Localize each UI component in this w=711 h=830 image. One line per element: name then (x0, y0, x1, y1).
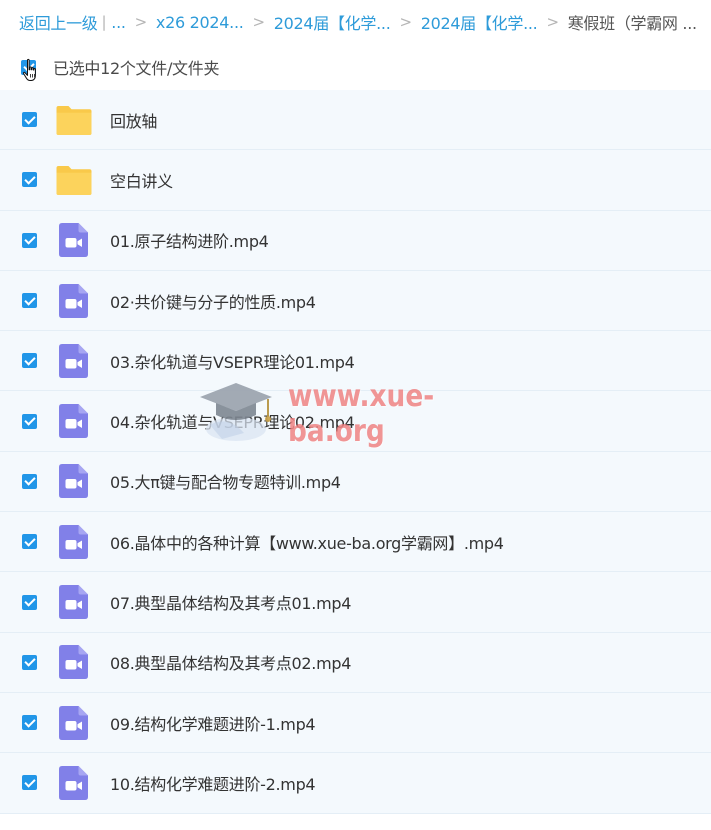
breadcrumb-separator: > (546, 13, 559, 31)
file-checkbox[interactable] (22, 715, 37, 731)
file-name[interactable]: 01.原子结构进阶.mp4 (110, 228, 269, 252)
file-name[interactable]: 空白讲义 (110, 168, 173, 192)
file-checkbox[interactable] (22, 775, 37, 791)
file-checkbox[interactable] (22, 293, 37, 309)
folder-icon (56, 105, 92, 135)
video-file-icon (59, 283, 88, 318)
file-row[interactable]: 02·共价键与分子的性质.mp4 (0, 270, 711, 332)
file-name[interactable]: 回放轴 (110, 108, 157, 132)
breadcrumb-item-2[interactable]: 2024届【化学... (274, 10, 391, 34)
file-row[interactable]: 回放轴 (0, 90, 711, 151)
breadcrumb-current: 寒假班（学霸网 ... (567, 14, 697, 33)
video-file-icon (59, 645, 88, 680)
video-file-icon (59, 223, 88, 258)
file-row[interactable]: 06.晶体中的各种计算【www.xue-ba.org学霸网】.mp4 (0, 512, 711, 573)
video-file-icon (59, 404, 88, 439)
file-name[interactable]: 09.结构化学难题进阶-1.mp4 (110, 711, 316, 735)
file-row[interactable]: 04.杂化轨道与VSEPR理论02.mp4 (0, 391, 711, 452)
file-row[interactable]: 09.结构化学难题进阶-1.mp4 (0, 692, 711, 754)
file-name[interactable]: 07.典型晶体结构及其考点01.mp4 (110, 590, 351, 614)
video-file-icon (59, 705, 88, 740)
file-name[interactable]: 06.晶体中的各种计算【www.xue-ba.org学霸网】.mp4 (110, 530, 504, 554)
file-name[interactable]: 03.杂化轨道与VSEPR理论01.mp4 (110, 349, 355, 373)
file-row[interactable]: 03.杂化轨道与VSEPR理论01.mp4 (0, 331, 711, 392)
file-checkbox[interactable] (22, 413, 37, 429)
video-file-icon (59, 585, 88, 620)
video-file-icon (59, 343, 88, 378)
file-checkbox[interactable] (22, 353, 37, 369)
file-checkbox[interactable] (22, 594, 37, 610)
file-row[interactable]: 08.典型晶体结构及其考点02.mp4 (0, 632, 711, 693)
hand-cursor-icon (22, 58, 36, 81)
breadcrumb: 返回上一级 | ... > x26 2024... > 2024届【化学... … (19, 10, 697, 34)
file-row[interactable]: 01.原子结构进阶.mp4 (0, 210, 711, 271)
file-name[interactable]: 05.大π键与配合物专题特训.mp4 (110, 469, 341, 493)
breadcrumb-separator: > (399, 13, 412, 31)
file-name[interactable]: 02·共价键与分子的性质.mp4 (110, 289, 316, 313)
selection-bar: 已选中12个文件/文件夹 (0, 50, 711, 84)
file-row[interactable]: 07.典型晶体结构及其考点01.mp4 (0, 572, 711, 633)
file-checkbox[interactable] (22, 112, 37, 128)
video-file-icon (59, 524, 88, 559)
folder-icon (56, 165, 92, 195)
file-row[interactable]: 10.结构化学难题进阶-2.mp4 (0, 753, 711, 814)
selection-count: 已选中12个文件/文件夹 (53, 59, 220, 78)
breadcrumb-item-1[interactable]: x26 2024... (156, 13, 244, 32)
breadcrumb-item-3[interactable]: 2024届【化学... (421, 10, 538, 34)
breadcrumb-ellipsis[interactable]: ... (111, 13, 126, 32)
file-checkbox[interactable] (22, 232, 37, 248)
file-name[interactable]: 04.杂化轨道与VSEPR理论02.mp4 (110, 409, 355, 433)
file-row[interactable]: 05.大π键与配合物专题特训.mp4 (0, 451, 711, 513)
file-checkbox[interactable] (22, 654, 37, 670)
back-link[interactable]: 返回上一级 (19, 10, 98, 34)
file-checkbox[interactable] (22, 473, 37, 489)
file-row[interactable]: 空白讲义 (0, 150, 711, 211)
file-name[interactable]: 10.结构化学难题进阶-2.mp4 (110, 771, 316, 795)
breadcrumb-divider: | (101, 13, 107, 31)
file-name[interactable]: 08.典型晶体结构及其考点02.mp4 (110, 650, 351, 674)
file-list: 回放轴 空白讲义 01.原子结构进阶.mp4 02·共价键与分子的性质.mp4 … (0, 90, 711, 814)
video-file-icon (59, 765, 88, 800)
video-file-icon (59, 464, 88, 499)
file-checkbox[interactable] (22, 534, 37, 550)
breadcrumb-separator: > (252, 13, 266, 31)
breadcrumb-separator: > (134, 13, 148, 31)
file-checkbox[interactable] (22, 172, 37, 188)
